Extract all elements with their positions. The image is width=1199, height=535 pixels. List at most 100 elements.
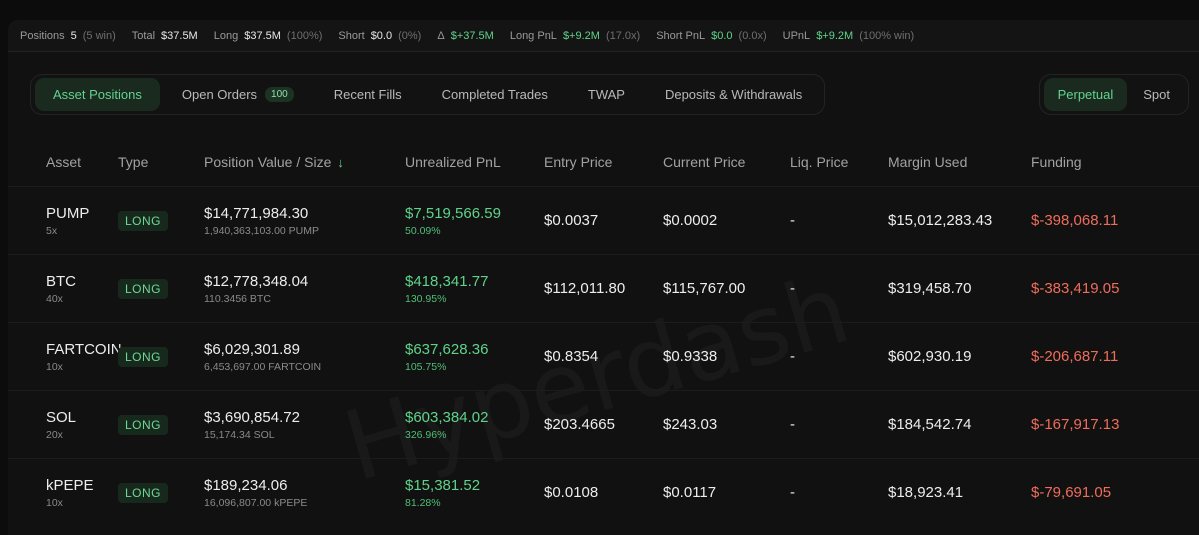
upnl-value: $603,384.02 (405, 408, 489, 426)
stat-label: Long PnL (509, 29, 557, 42)
toggle-label: Perpetual (1057, 87, 1114, 102)
asset-cell: SOL 20x (8, 409, 118, 441)
tab-recent-fills[interactable]: Recent Fills (316, 78, 420, 111)
position-size: 6,453,697.00 FARTCOIN (204, 360, 322, 373)
col-header-margin-used[interactable]: Margin Used (888, 154, 1031, 170)
liq-price: - (790, 348, 795, 365)
tab-label: Deposits & Withdrawals (664, 87, 803, 102)
upnl-percent: 105.75% (405, 360, 447, 373)
col-header-upnl[interactable]: Unrealized PnL (405, 154, 544, 170)
positions-table: Asset Type Position Value / Size ↓ Unreal… (8, 138, 1199, 526)
col-header-current-price[interactable]: Current Price (663, 154, 790, 170)
table-row[interactable]: FARTCOIN 10x LONG $6,029,301.89 6,453,69… (8, 322, 1199, 390)
tab-asset-positions[interactable]: Asset Positions (35, 78, 160, 111)
tab-label: Open Orders (181, 87, 258, 102)
stat-sub: (17.0x) (605, 29, 641, 42)
asset-cell: kPEPE 10x (8, 477, 118, 509)
upnl-value: $418,341.77 (405, 272, 489, 290)
stat-total: Total $37.5M (132, 30, 198, 42)
col-header-funding[interactable]: Funding (1031, 154, 1161, 170)
asset-cell: BTC 40x (8, 273, 118, 305)
tab-label: Completed Trades (441, 87, 548, 102)
asset-leverage: 5x (46, 224, 58, 237)
table-body: PUMP 5x LONG $14,771,984.30 1,940,363,10… (8, 186, 1199, 526)
stat-long-pnl: Long PnL $+9.2M (17.0x) (510, 30, 640, 42)
upnl-percent: 50.09% (405, 224, 441, 237)
tab-open-orders[interactable]: Open Orders 100 (164, 78, 312, 111)
type-cell: LONG (118, 278, 204, 299)
stat-label: Long (213, 29, 239, 42)
open-orders-count-badge: 100 (265, 87, 294, 102)
upnl-cell: $418,341.77 130.95% (405, 273, 544, 305)
col-header-position[interactable]: Position Value / Size ↓ (204, 154, 405, 170)
position-value: $189,234.06 (204, 476, 288, 494)
stat-sub: (0.0x) (738, 29, 767, 42)
positions-panel: Hyperdash Asset Positions Open Orders 10… (8, 52, 1199, 535)
stat-label: Short PnL (656, 29, 706, 42)
stat-short: Short $0.0 (0%) (338, 30, 421, 42)
col-header-liq-price[interactable]: Liq. Price (790, 154, 888, 170)
current-price: $115,767.00 (663, 280, 746, 297)
upnl-value: $15,381.52 (405, 476, 481, 494)
tab-label: Asset Positions (53, 87, 142, 102)
tab-twap[interactable]: TWAP (570, 78, 643, 111)
stat-long: Long $37.5M (100%) (214, 30, 323, 42)
asset-leverage: 10x (46, 360, 63, 373)
position-type-badge: LONG (118, 414, 169, 435)
portfolio-stats-bar: Positions 5 (5 win) Total $37.5M Long $3… (8, 20, 1199, 52)
positions-tab-bar: Asset Positions Open Orders 100 Recent F… (30, 74, 826, 115)
entry-price: $112,011.80 (544, 280, 626, 297)
stat-value: $0.0 (370, 29, 393, 42)
asset-cell: PUMP 5x (8, 205, 118, 237)
col-header-type[interactable]: Type (118, 154, 204, 170)
table-header: Asset Type Position Value / Size ↓ Unreal… (8, 138, 1199, 186)
asset-leverage: 10x (46, 496, 63, 509)
funding-value: $-398,068.11 (1031, 212, 1119, 229)
asset-name: SOL (46, 408, 77, 426)
type-cell: LONG (118, 210, 204, 231)
market-type-toggle: Perpetual Spot (1038, 74, 1189, 115)
entry-price: $0.0108 (544, 484, 599, 501)
stat-value: $+9.2M (562, 29, 600, 42)
funding-value: $-383,419.05 (1031, 280, 1120, 297)
toggle-perpetual[interactable]: Perpetual (1043, 78, 1128, 111)
upnl-cell: $603,384.02 326.96% (405, 409, 544, 441)
asset-name: PUMP (46, 204, 90, 222)
table-row[interactable]: SOL 20x LONG $3,690,854.72 15,174.34 SOL… (8, 390, 1199, 458)
asset-name: FARTCOIN (46, 340, 122, 358)
asset-leverage: 40x (46, 292, 63, 305)
table-row[interactable]: kPEPE 10x LONG $189,234.06 16,096,807.00… (8, 458, 1199, 526)
tab-deposits-withdrawals[interactable]: Deposits & Withdrawals (647, 78, 820, 111)
upnl-cell: $7,519,566.59 50.09% (405, 205, 544, 237)
toggle-spot[interactable]: Spot (1129, 78, 1184, 111)
entry-price: $0.8354 (544, 348, 599, 365)
table-row[interactable]: PUMP 5x LONG $14,771,984.30 1,940,363,10… (8, 186, 1199, 254)
position-cell: $14,771,984.30 1,940,363,103.00 PUMP (204, 205, 405, 237)
entry-price: $0.0037 (544, 212, 599, 229)
margin-used: $319,458.70 (888, 280, 972, 297)
upnl-percent: 81.28% (405, 496, 441, 509)
funding-value: $-206,687.11 (1031, 348, 1119, 365)
position-size: 1,940,363,103.00 PUMP (204, 224, 319, 237)
col-header-entry-price[interactable]: Entry Price (544, 154, 663, 170)
margin-used: $602,930.19 (888, 348, 972, 365)
current-price: $0.9338 (663, 348, 718, 365)
upnl-cell: $15,381.52 81.28% (405, 477, 544, 509)
liq-price: - (790, 416, 795, 433)
col-header-asset[interactable]: Asset (8, 154, 118, 170)
liq-price: - (790, 280, 795, 297)
position-size: 16,096,807.00 kPEPE (204, 496, 308, 509)
table-row[interactable]: BTC 40x LONG $12,778,348.04 110.3456 BTC… (8, 254, 1199, 322)
position-cell: $3,690,854.72 15,174.34 SOL (204, 409, 405, 441)
margin-used: $184,542.74 (888, 416, 972, 433)
current-price: $243.03 (663, 416, 718, 433)
tab-completed-trades[interactable]: Completed Trades (424, 78, 566, 111)
stat-label: UPnL (782, 29, 811, 42)
stat-positions: Positions 5 (5 win) (20, 30, 116, 42)
stat-value: 5 (70, 29, 77, 42)
stat-label: Total (131, 29, 156, 42)
type-cell: LONG (118, 414, 204, 435)
stat-upnl: UPnL $+9.2M (100% win) (783, 30, 915, 42)
current-price: $0.0117 (663, 484, 717, 501)
stat-sub: (0%) (398, 29, 422, 42)
